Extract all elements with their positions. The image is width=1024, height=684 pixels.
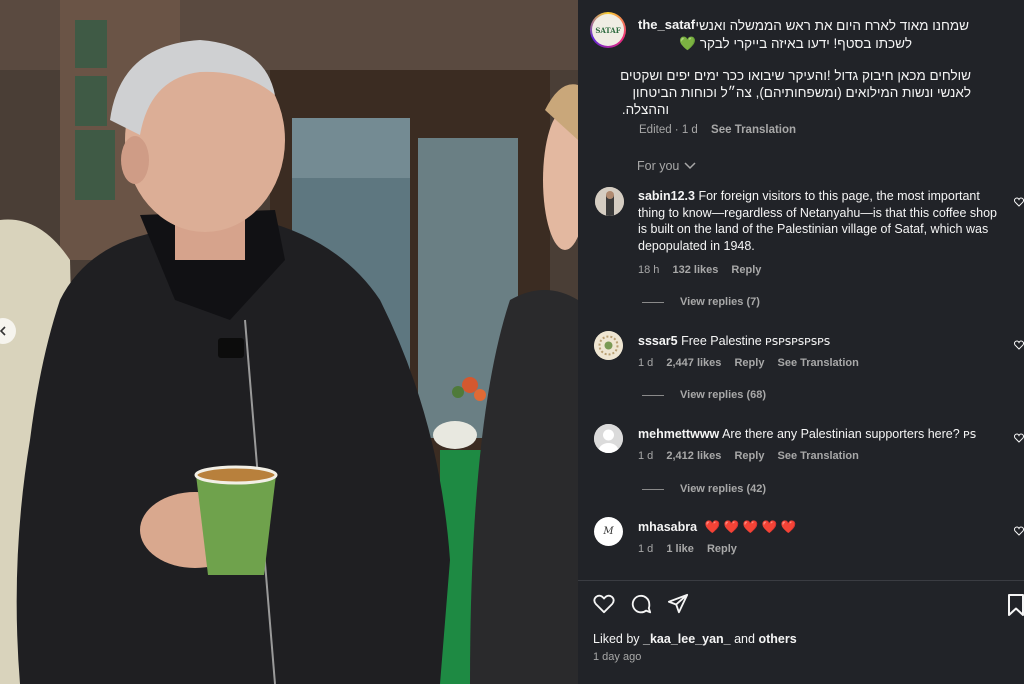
liked-by-others[interactable]: others xyxy=(758,632,796,646)
caption-line: וההצלה. xyxy=(621,102,669,117)
like-heart-icon[interactable] xyxy=(593,594,615,614)
share-send-icon[interactable] xyxy=(667,593,689,615)
comment-time: 1 d xyxy=(638,543,654,555)
comment-bubble-icon[interactable] xyxy=(630,593,652,615)
post-date: 1 day ago xyxy=(593,651,642,663)
view-replies-button[interactable]: View replies (42) xyxy=(642,483,766,495)
comment-likes[interactable]: 2,412 likes xyxy=(666,450,721,462)
comment-reply-button[interactable]: Reply xyxy=(731,264,761,276)
comment-reply-button[interactable]: Reply xyxy=(707,543,737,555)
caption-line: שמחנו מאוד לארח היום את ראש הממשלה ואנשי xyxy=(695,18,970,33)
view-replies-label: View replies (68) xyxy=(680,389,767,401)
comment-text: ❤️ ❤️ ❤️ ❤️ ❤️ xyxy=(704,520,797,534)
liked-by-prefix: Liked by xyxy=(593,632,644,646)
view-replies-button[interactable]: View replies (68) xyxy=(642,389,766,401)
sort-comments-dropdown[interactable]: For you xyxy=(637,159,696,173)
commenter-avatar[interactable] xyxy=(594,331,623,360)
commenter-avatar-image xyxy=(594,331,623,360)
default-avatar-icon xyxy=(594,424,623,453)
caption-line: לאנשי ונשות המילואים (ומשפחותיהם), צה״ל … xyxy=(632,85,971,100)
see-translation-link[interactable]: See Translation xyxy=(778,357,859,369)
replies-line xyxy=(642,301,664,303)
comment-likes[interactable]: 2,447 likes xyxy=(666,357,721,369)
comment-likes[interactable]: 1 like xyxy=(666,543,694,555)
comment-time: 1 d xyxy=(638,357,654,369)
caption-edited-time: Edited · 1 d xyxy=(639,124,698,136)
liked-by-summary: Liked by _kaa_lee_yan_ and others xyxy=(593,632,797,646)
comment-time: 1 d xyxy=(638,450,654,462)
comment-text: Free Palestine ᴘꜱᴘꜱᴘꜱᴘꜱᴘꜱ xyxy=(681,334,831,348)
comment-username[interactable]: sabin12.3 xyxy=(638,189,695,203)
post-image xyxy=(0,0,578,684)
comment-username[interactable]: mhasabra xyxy=(638,520,697,534)
liked-by-user[interactable]: _kaa_lee_yan_ xyxy=(643,632,731,646)
commenter-avatar[interactable] xyxy=(594,424,623,453)
commenter-avatar[interactable] xyxy=(595,187,624,216)
see-translation-link[interactable]: See Translation xyxy=(711,124,796,136)
liked-by-and: and xyxy=(730,632,759,646)
comments-panel: SATAF the_sataf שמחנו מאוד לארח היום את … xyxy=(578,0,1024,684)
replies-line xyxy=(642,488,664,490)
comment-like-heart-icon[interactable] xyxy=(1014,526,1024,536)
see-translation-link[interactable]: See Translation xyxy=(778,450,859,462)
comment-username[interactable]: mehmettwww xyxy=(638,427,719,441)
sort-label: For you xyxy=(637,159,680,173)
post-photo xyxy=(0,0,578,684)
author-avatar-logo: SATAF xyxy=(595,25,621,35)
commenter-avatar-logo: M xyxy=(603,526,614,537)
commenter-avatar[interactable]: M xyxy=(594,517,623,546)
comment-likes[interactable]: 132 likes xyxy=(672,264,718,276)
replies-line xyxy=(642,394,664,396)
comment-text: Are there any Palestinian supporters her… xyxy=(722,427,977,441)
comment-body: mhasabra ❤️ ❤️ ❤️ ❤️ ❤️ xyxy=(638,519,998,536)
comment-reply-button[interactable]: Reply xyxy=(734,450,764,462)
comment-body: sabin12.3 For foreign visitors to this p… xyxy=(638,188,998,254)
comment-body: sssar5 Free Palestine ᴘꜱᴘꜱᴘꜱᴘꜱᴘꜱ xyxy=(638,333,998,350)
chevron-down-icon xyxy=(684,162,696,170)
comment-like-heart-icon[interactable] xyxy=(1014,340,1024,350)
bookmark-icon[interactable] xyxy=(1007,594,1024,616)
comment-username[interactable]: sssar5 xyxy=(638,334,678,348)
commenter-avatar-image xyxy=(595,187,624,216)
view-replies-button[interactable]: View replies (7) xyxy=(642,296,760,308)
comment-body: mehmettwww Are there any Palestinian sup… xyxy=(638,426,998,443)
actions-divider xyxy=(578,580,1024,581)
chevron-left-icon xyxy=(0,326,6,336)
comment-reply-button[interactable]: Reply xyxy=(734,357,764,369)
view-replies-label: View replies (7) xyxy=(680,296,760,308)
comment-like-heart-icon[interactable] xyxy=(1014,433,1024,443)
caption-line: לשכתו בסטף! ידעו באיזה בייקרי לבקר 💚 xyxy=(679,36,912,51)
caption-line: שולחים מכאן חיבוק גדול !והעיקר שיבואו ככ… xyxy=(620,68,971,83)
comment-like-heart-icon[interactable] xyxy=(1014,197,1024,207)
view-replies-label: View replies (42) xyxy=(680,483,767,495)
comment-time: 18 h xyxy=(638,264,660,276)
